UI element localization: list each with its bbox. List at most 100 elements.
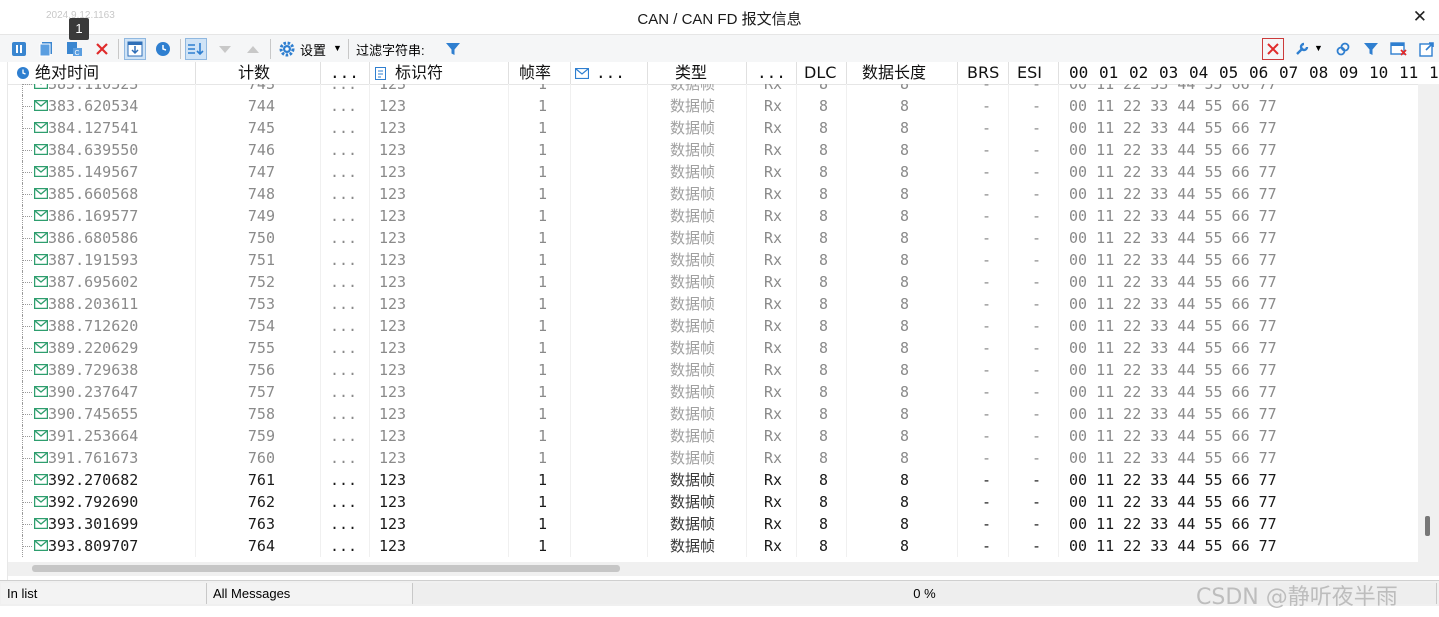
table-row[interactable]: 393.809707 764... 123 1 数据帧 Rx 8 8 - - 00 11 22 33… [8, 535, 1418, 557]
cell-count: 747 [247, 163, 275, 181]
table-row[interactable]: 389.729638 756... 123 1 数据帧 Rx 8 8 - - 00 11 22 33… [8, 359, 1418, 381]
table-row[interactable]: 387.695602 752... 123 1 数据帧 Rx 8 8 - - 00 11 22 33… [8, 271, 1418, 293]
table-row[interactable]: 389.220629 755... 123 1 数据帧 Rx 8 8 - - 00 11 22 33… [8, 337, 1418, 359]
cell-data: 00 11 22 33 44 55 66 77 [1069, 163, 1277, 181]
settings-dropdown[interactable]: 设置 [300, 40, 326, 59]
col-header-byte-09[interactable]: 09 [1339, 62, 1358, 84]
col-header-esi[interactable]: ESI [1017, 62, 1042, 84]
col-header-byte-12[interactable]: 12 [1429, 62, 1439, 84]
col-header-dots-2[interactable]: ... [596, 62, 625, 84]
col-header-byte-05[interactable]: 05 [1219, 62, 1238, 84]
filter-icon [1364, 43, 1378, 55]
horizontal-scrollbar[interactable] [8, 562, 1418, 576]
cell-datalen: 8 [900, 515, 910, 533]
time-mode-button[interactable] [152, 38, 174, 60]
sort-toggle[interactable] [185, 38, 207, 60]
col-header-data-length[interactable]: 数据长度 [862, 62, 926, 84]
next-button[interactable] [214, 38, 236, 60]
table-row[interactable]: 385.660568 748... 123 1 数据帧 Rx 8 8 - - 00 11 22 33… [8, 183, 1418, 205]
table-row[interactable]: 386.680586 750... 123 1 数据帧 Rx 8 8 - - 00 11 22 33… [8, 227, 1418, 249]
delete-button[interactable] [91, 38, 113, 60]
filter-string-button[interactable] [442, 38, 464, 60]
col-header-byte-07[interactable]: 07 [1279, 62, 1298, 84]
table-row[interactable]: 391.761673 760... 123 1 数据帧 Rx 8 8 - - 00 11 22 33… [8, 447, 1418, 469]
clear-list-icon [1390, 42, 1407, 56]
table-row[interactable]: 393.301699 763... 123 1 数据帧 Rx 8 8 - - 00 11 22 33… [8, 513, 1418, 535]
col-header-id[interactable]: 标识符 [395, 62, 443, 84]
table-row[interactable]: 388.712620 754... 123 1 数据帧 Rx 8 8 - - 00 11 22 33… [8, 315, 1418, 337]
cell-type: 数据帧 [670, 427, 716, 445]
col-header-dots-3[interactable]: ... [757, 62, 786, 84]
cell-esi: - [1032, 84, 1042, 93]
col-header-type[interactable]: 类型 [675, 62, 707, 84]
col-header-rate[interactable]: 帧率 [519, 62, 551, 84]
col-header-byte-08[interactable]: 08 [1309, 62, 1328, 84]
cell-count: 763 [247, 515, 275, 533]
table-row[interactable]: 390.237647 757... 123 1 数据帧 Rx 8 8 - - 00 11 22 33… [8, 381, 1418, 403]
settings-dropdown-arrow-icon[interactable]: ▼ [333, 43, 342, 53]
previous-button[interactable] [242, 38, 264, 60]
horizontal-scroll-thumb[interactable] [32, 565, 620, 572]
table-row[interactable]: 391.253664 759... 123 1 数据帧 Rx 8 8 - - 00 11 22 33… [8, 425, 1418, 447]
table-row[interactable]: 392.792690 762... 123 1 数据帧 Rx 8 8 - - 00 11 22 33… [8, 491, 1418, 513]
table-row[interactable]: 387.191593 751... 123 1 数据帧 Rx 8 8 - - 00 11 22 33… [8, 249, 1418, 271]
link-button[interactable] [1332, 38, 1354, 60]
cell-dir: Rx [764, 163, 783, 181]
tools-dropdown-arrow-icon[interactable]: ▼ [1314, 43, 1323, 53]
vertical-scroll-thumb[interactable] [1425, 516, 1430, 536]
table-row[interactable]: 383.110523 743... 123 1 数据帧 Rx 8 8 - - 00 11 22 33… [8, 84, 1418, 95]
col-header-byte-04[interactable]: 04 [1189, 62, 1208, 84]
cell-time: 386.680586 [48, 229, 139, 247]
table-row[interactable]: 384.127541 745... 123 1 数据帧 Rx 8 8 - - 00 11 22 33… [8, 117, 1418, 139]
cell-type: 数据帧 [670, 251, 716, 269]
col-header-dlc[interactable]: DLC [804, 62, 836, 84]
cell-rate: 1 [537, 361, 547, 379]
col-header-time[interactable]: 绝对时间 [35, 62, 99, 84]
col-header-dots-1[interactable]: ... [330, 62, 359, 84]
cell-type: 数据帧 [670, 383, 716, 401]
copy-c-button[interactable]: C [63, 38, 85, 60]
table-row[interactable]: 384.639550 746... 123 1 数据帧 Rx 8 8 - - 00 11 22 33… [8, 139, 1418, 161]
cell-datalen: 8 [900, 295, 910, 313]
copy-button[interactable] [35, 38, 57, 60]
clear-list-button[interactable] [1388, 38, 1410, 60]
col-header-byte-06[interactable]: 06 [1249, 62, 1268, 84]
mail-icon [34, 474, 48, 485]
clear-filter-button[interactable] [1262, 38, 1284, 60]
table-row[interactable]: 383.620534 744... 123 1 数据帧 Rx 8 8 - - 00 11 22 33… [8, 95, 1418, 117]
close-icon[interactable]: ✕ [1413, 7, 1427, 27]
col-header-byte-03[interactable]: 03 [1159, 62, 1178, 84]
table-row[interactable]: 385.149567 747... 123 1 数据帧 Rx 8 8 - - 00 11 22 33… [8, 161, 1418, 183]
cell-time: 388.203611 [48, 295, 139, 313]
col-header-byte-11[interactable]: 11 [1399, 62, 1418, 84]
col-header-count[interactable]: 计数 [238, 62, 270, 84]
mail-icon [34, 122, 48, 133]
cell-dir: Rx [764, 141, 783, 159]
col-header-byte-01[interactable]: 01 [1099, 62, 1118, 84]
table-row[interactable]: 386.169577 749... 123 1 数据帧 Rx 8 8 - - 00 11 22 33… [8, 205, 1418, 227]
cell-datalen: 8 [900, 97, 910, 115]
cell-rate: 1 [537, 207, 547, 225]
vertical-scrollbar[interactable] [1418, 84, 1439, 576]
cell-dir: Rx [764, 207, 783, 225]
pause-button[interactable] [8, 38, 30, 60]
table-row[interactable]: 390.745655 758... 123 1 数据帧 Rx 8 8 - - 00 11 22 33… [8, 403, 1418, 425]
col-header-brs[interactable]: BRS [967, 62, 999, 84]
cell-esi: - [1032, 361, 1042, 379]
cell-id: 123 [379, 97, 407, 115]
table-row[interactable]: 392.270682 761... 123 1 数据帧 Rx 8 8 - - 00 11 22 33… [8, 469, 1418, 491]
col-header-byte-10[interactable]: 10 [1369, 62, 1388, 84]
cell-dir: Rx [764, 251, 783, 269]
col-header-byte-02[interactable]: 02 [1129, 62, 1148, 84]
cell-count: 764 [247, 537, 275, 555]
tools-button[interactable] [1291, 38, 1313, 60]
filter-button[interactable] [1360, 38, 1382, 60]
export-button[interactable] [1416, 38, 1438, 60]
settings-icon-button[interactable] [276, 38, 298, 60]
col-header-byte-00[interactable]: 00 [1069, 62, 1088, 84]
autoscroll-toggle[interactable] [124, 38, 146, 60]
message-list[interactable]: 383.110523 743... 123 1 数据帧 Rx 8 8 - - 00 11 22 33… [8, 84, 1418, 560]
cell-dlc: 8 [819, 207, 829, 225]
table-row[interactable]: 388.203611 753... 123 1 数据帧 Rx 8 8 - - 00 11 22 33… [8, 293, 1418, 315]
table-header: 绝对时间 计数 ... 标识符 帧率 ... 类型 ... DLC 数据长度 B… [8, 62, 1439, 85]
